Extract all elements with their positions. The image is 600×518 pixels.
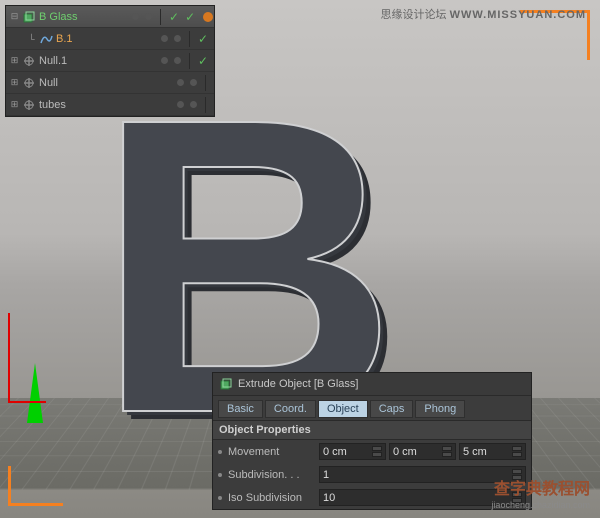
tab-basic[interactable]: Basic xyxy=(218,400,263,418)
object-name[interactable]: B.1 xyxy=(56,33,73,45)
property-row: Movement0 cm0 cm5 cm xyxy=(213,440,531,463)
visibility-dot[interactable] xyxy=(145,13,152,20)
extrude-icon xyxy=(219,377,233,391)
property-label: Movement xyxy=(228,446,316,458)
object-row[interactable]: ⊟ B Glass ✓ ✓ xyxy=(6,6,214,28)
property-row: Subdivision. . .1 xyxy=(213,463,531,486)
attribute-manager: Extrude Object [B Glass] BasicCoord.Obje… xyxy=(212,372,532,510)
tab-coord[interactable]: Coord. xyxy=(265,400,316,418)
separator xyxy=(205,75,206,91)
expand-toggle[interactable]: ⊟ xyxy=(10,12,19,21)
watermark-bottom: 查字典教程网 jiaocheng.chazidian.com xyxy=(491,480,590,512)
object-row[interactable]: ⊞ Null.1 ✓ xyxy=(6,50,214,72)
section-title: Object Properties xyxy=(213,420,531,440)
tab-object[interactable]: Object xyxy=(318,400,368,418)
object-row[interactable]: └ B.1 ✓ xyxy=(6,28,214,50)
property-input[interactable]: 0 cm xyxy=(319,443,386,460)
visibility-dot[interactable] xyxy=(177,79,184,86)
expand-toggle[interactable]: └ xyxy=(27,34,36,43)
spinner-icon[interactable] xyxy=(512,469,522,480)
enable-check[interactable]: ✓ xyxy=(185,10,195,24)
object-name[interactable]: Null.1 xyxy=(39,55,67,67)
object-name[interactable]: Null xyxy=(39,77,58,89)
spline-icon xyxy=(39,32,53,46)
expand-toggle[interactable]: ⊞ xyxy=(10,56,19,65)
separator xyxy=(189,31,190,47)
visibility-dot[interactable] xyxy=(177,101,184,108)
watermark-top: 思缘设计论坛 WWW.MISSYUAN.COM xyxy=(381,6,586,22)
object-name[interactable]: B Glass xyxy=(39,11,78,23)
extrude-icon xyxy=(22,10,36,24)
attribute-tabs: BasicCoord.ObjectCapsPhong xyxy=(213,396,531,420)
attribute-title: Extrude Object [B Glass] xyxy=(238,378,358,390)
property-label: Subdivision. . . xyxy=(228,469,316,481)
object-row[interactable]: ⊞ Null xyxy=(6,72,214,94)
object-manager: ⊟B Glass✓✓└B.1✓⊞Null.1✓⊞Null⊞tubes xyxy=(5,5,215,117)
selection-corner-bl xyxy=(8,466,63,506)
tab-caps[interactable]: Caps xyxy=(370,400,414,418)
tab-phong[interactable]: Phong xyxy=(415,400,465,418)
separator xyxy=(205,97,206,113)
bullet-icon xyxy=(218,496,222,500)
visibility-dot[interactable] xyxy=(174,35,181,42)
enable-check[interactable]: ✓ xyxy=(169,10,179,24)
object-name[interactable]: tubes xyxy=(39,99,66,111)
visibility-dot[interactable] xyxy=(174,57,181,64)
spinner-icon[interactable] xyxy=(442,446,452,457)
property-label: Iso Subdivision xyxy=(228,492,316,504)
visibility-dot[interactable] xyxy=(132,13,139,20)
visibility-dot[interactable] xyxy=(161,57,168,64)
enable-check[interactable]: ✓ xyxy=(198,54,208,68)
visibility-dot[interactable] xyxy=(190,101,197,108)
spinner-icon[interactable] xyxy=(512,446,522,457)
object-row[interactable]: ⊞ tubes xyxy=(6,94,214,116)
null-icon xyxy=(22,98,36,112)
expand-toggle[interactable]: ⊞ xyxy=(10,100,19,109)
visibility-dot[interactable] xyxy=(190,79,197,86)
property-input[interactable]: 5 cm xyxy=(459,443,526,460)
material-tag[interactable] xyxy=(203,12,213,22)
axis-bracket xyxy=(8,313,46,403)
bullet-icon xyxy=(218,473,222,477)
spinner-icon[interactable] xyxy=(372,446,382,457)
separator xyxy=(160,9,161,25)
null-icon xyxy=(22,76,36,90)
attribute-header: Extrude Object [B Glass] xyxy=(213,373,531,396)
property-input[interactable]: 0 cm xyxy=(389,443,456,460)
visibility-dot[interactable] xyxy=(161,35,168,42)
separator xyxy=(189,53,190,69)
null-icon xyxy=(22,54,36,68)
bullet-icon xyxy=(218,450,222,454)
property-row: Iso Subdivision10 xyxy=(213,486,531,509)
expand-toggle[interactable]: ⊞ xyxy=(10,78,19,87)
enable-check[interactable]: ✓ xyxy=(198,32,208,46)
